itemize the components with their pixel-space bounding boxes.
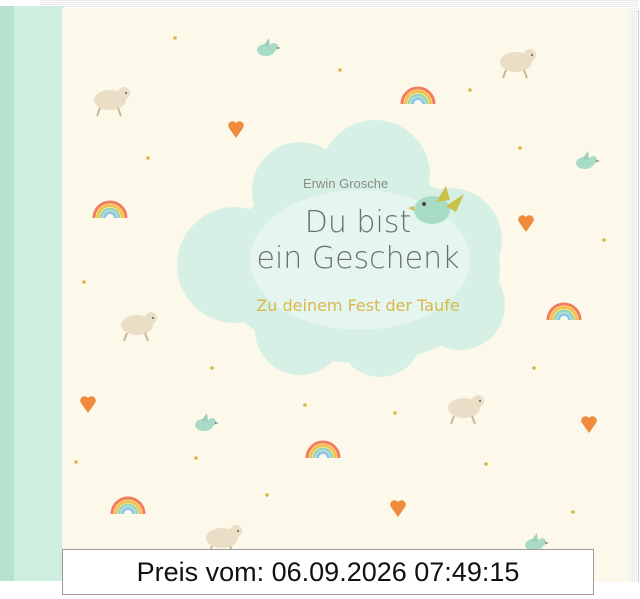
sheep-icon: [93, 86, 131, 117]
heart-icon: [581, 416, 597, 433]
heart-icon: [80, 396, 96, 413]
heart-icon: [518, 215, 534, 232]
rainbow-icon: [546, 302, 582, 322]
heart-icon: [390, 500, 406, 517]
heart-icon: [228, 121, 244, 138]
rainbow-icon: [110, 496, 146, 516]
sheep-icon: [447, 394, 485, 425]
rainbow-icon: [92, 200, 128, 220]
bird-icon: [576, 151, 600, 169]
title-line-2: ein Geschenk: [256, 241, 460, 276]
rainbow-icon: [400, 86, 436, 106]
title-line-1: Du bist: [304, 205, 412, 240]
price-timestamp-banner: Preis vom: 06.09.2026 07:49:15: [62, 549, 594, 595]
sheep-icon: [120, 311, 158, 342]
bird-icon: [257, 38, 281, 56]
bird-icon: [195, 413, 219, 431]
book-cover-image: Erwin Grosche Du bist ein Geschenk Zu de…: [0, 0, 640, 599]
book-title: Du bist ein Geschenk: [228, 205, 488, 277]
book-subtitle: Zu deinem Fest der Taufe: [256, 296, 460, 315]
rainbow-icon: [305, 440, 341, 460]
sheep-icon: [499, 48, 537, 79]
author-name: Erwin Grosche: [303, 176, 389, 191]
